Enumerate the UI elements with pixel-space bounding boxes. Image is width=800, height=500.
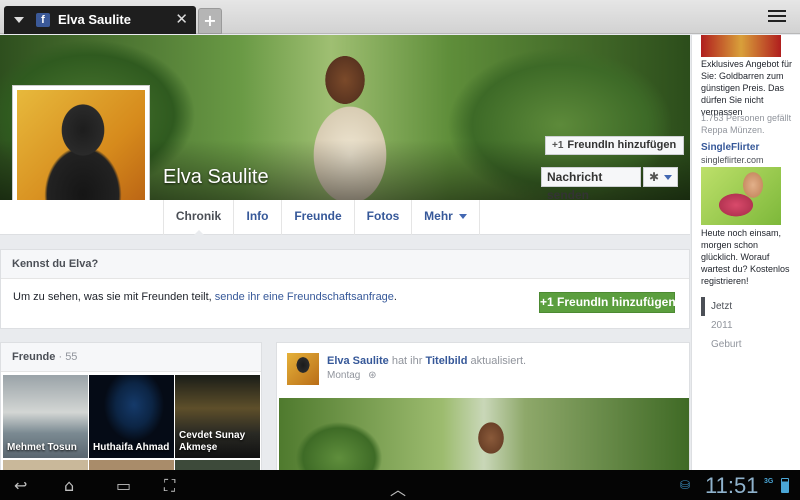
back-icon[interactable]: ↩ (14, 476, 27, 495)
tab-title: Elva Saulite (58, 12, 131, 27)
timeline-post: Elva Saulite hat ihr Titelbild aktualisi… (276, 342, 690, 482)
know-person-box: Kennst du Elva? Um zu sehen, was sie mit… (0, 249, 690, 329)
signal-icon: 3G (764, 478, 774, 485)
timeline-nav: Jetzt 2011 Geburt (701, 297, 791, 354)
tab-mehr[interactable]: Mehr (411, 200, 480, 235)
ad-title[interactable]: SingleFlirter (701, 142, 759, 153)
friend-name: Cevdet Sunay Akmeşe (179, 430, 246, 453)
ad-social-context: 1.763 Personen gefällt Reppa Münzen. (701, 113, 792, 135)
clock: 11:51 (705, 473, 759, 498)
browser-menu-icon[interactable] (768, 10, 786, 24)
know-box-title: Kennst du Elva? (1, 250, 689, 279)
profile-options-button[interactable]: ✱ (643, 167, 678, 187)
chevron-up-icon[interactable]: ︿ (390, 476, 406, 500)
post-author-link[interactable]: Elva Saulite (327, 355, 389, 367)
timeline-item-now[interactable]: Jetzt (701, 297, 791, 316)
add-friend-green-button[interactable]: +1 FreundIn hinzufügen (539, 292, 676, 313)
ad-image[interactable] (701, 167, 781, 225)
facebook-favicon-icon: f (36, 13, 50, 27)
chevron-down-icon (664, 175, 672, 180)
add-friend-icon: +1 (552, 140, 564, 151)
timeline-item-birth[interactable]: Geburt (701, 335, 791, 354)
close-tab-icon[interactable]: ✕ (175, 10, 188, 28)
cover-photo-link[interactable]: Titelbild (425, 355, 467, 367)
tab-freunde[interactable]: Freunde (281, 200, 354, 235)
friends-box-title[interactable]: Freunde · 55 (1, 343, 261, 372)
tab-dropdown-icon[interactable] (14, 17, 24, 23)
browser-tab[interactable]: f Elva Saulite ✕ (4, 6, 196, 34)
add-friend-button[interactable]: +1 FreundIn hinzufügen (545, 136, 685, 155)
battery-icon (781, 478, 789, 493)
friend-name: Huthaifa Ahmad (93, 442, 170, 453)
know-box-text: Um zu sehen, was sie mit Freunden teilt,… (13, 291, 397, 303)
tab-info[interactable]: Info (233, 200, 281, 235)
ad-text[interactable]: Exklusives Angebot für Sie: Goldbarren z… (701, 58, 797, 118)
friends-box: Freunde · 55 Mehmet Tosun Huthaifa Ahmad… (0, 342, 262, 482)
post-time[interactable]: Montag (327, 370, 360, 381)
ad-image[interactable] (701, 35, 781, 57)
tab-chronik[interactable]: Chronik (163, 200, 233, 236)
add-friend-icon: +1 (540, 295, 558, 309)
right-column: Exklusives Angebot für Sie: Goldbarren z… (691, 35, 800, 470)
send-message-button[interactable]: Nachricht senden (541, 167, 641, 202)
friend-request-link[interactable]: sende ihr eine Freundschaftsanfrage (215, 291, 394, 303)
post-author-avatar[interactable] (287, 353, 319, 385)
timeline-item-2011[interactable]: 2011 (701, 316, 791, 335)
profile-name[interactable]: Elva Saulite (163, 166, 269, 189)
browser-tab-bar: f Elva Saulite ✕ + (0, 0, 800, 34)
post-meta: Montag ⊛ (327, 370, 377, 381)
chevron-down-icon (458, 214, 467, 220)
ad-text[interactable]: Heute noch einsam, morgen schon glücklic… (701, 227, 797, 287)
friend-tile[interactable]: Mehmet Tosun (3, 375, 88, 458)
profile-nav: Chronik Info Freunde Fotos Mehr (0, 200, 690, 236)
ad-domain: singleflirter.com (701, 155, 764, 165)
screen: f Elva Saulite ✕ + Elva Saulite +1 Freund… (0, 0, 800, 500)
new-tab-button[interactable]: + (198, 8, 222, 34)
friend-tile[interactable]: Huthaifa Ahmad (89, 375, 174, 458)
gear-icon: ✱ (649, 170, 660, 184)
post-header: Elva Saulite hat ihr Titelbild aktualisi… (327, 355, 527, 367)
system-bar: ↩ ⌂ ▭ ⛶ ︿ ⛁ 11:51 3G (0, 470, 800, 500)
tab-fotos[interactable]: Fotos (354, 200, 411, 235)
friend-tile[interactable]: Cevdet Sunay Akmeşe (175, 375, 260, 458)
home-icon[interactable]: ⌂ (64, 476, 74, 495)
screenshot-icon[interactable]: ⛶ (164, 476, 175, 496)
android-icon: ⛁ (680, 478, 691, 492)
friend-name: Mehmet Tosun (7, 442, 77, 453)
friends-count: · 55 (58, 351, 78, 363)
recent-apps-icon[interactable]: ▭ (116, 476, 131, 495)
globe-icon: ⊛ (368, 370, 377, 381)
